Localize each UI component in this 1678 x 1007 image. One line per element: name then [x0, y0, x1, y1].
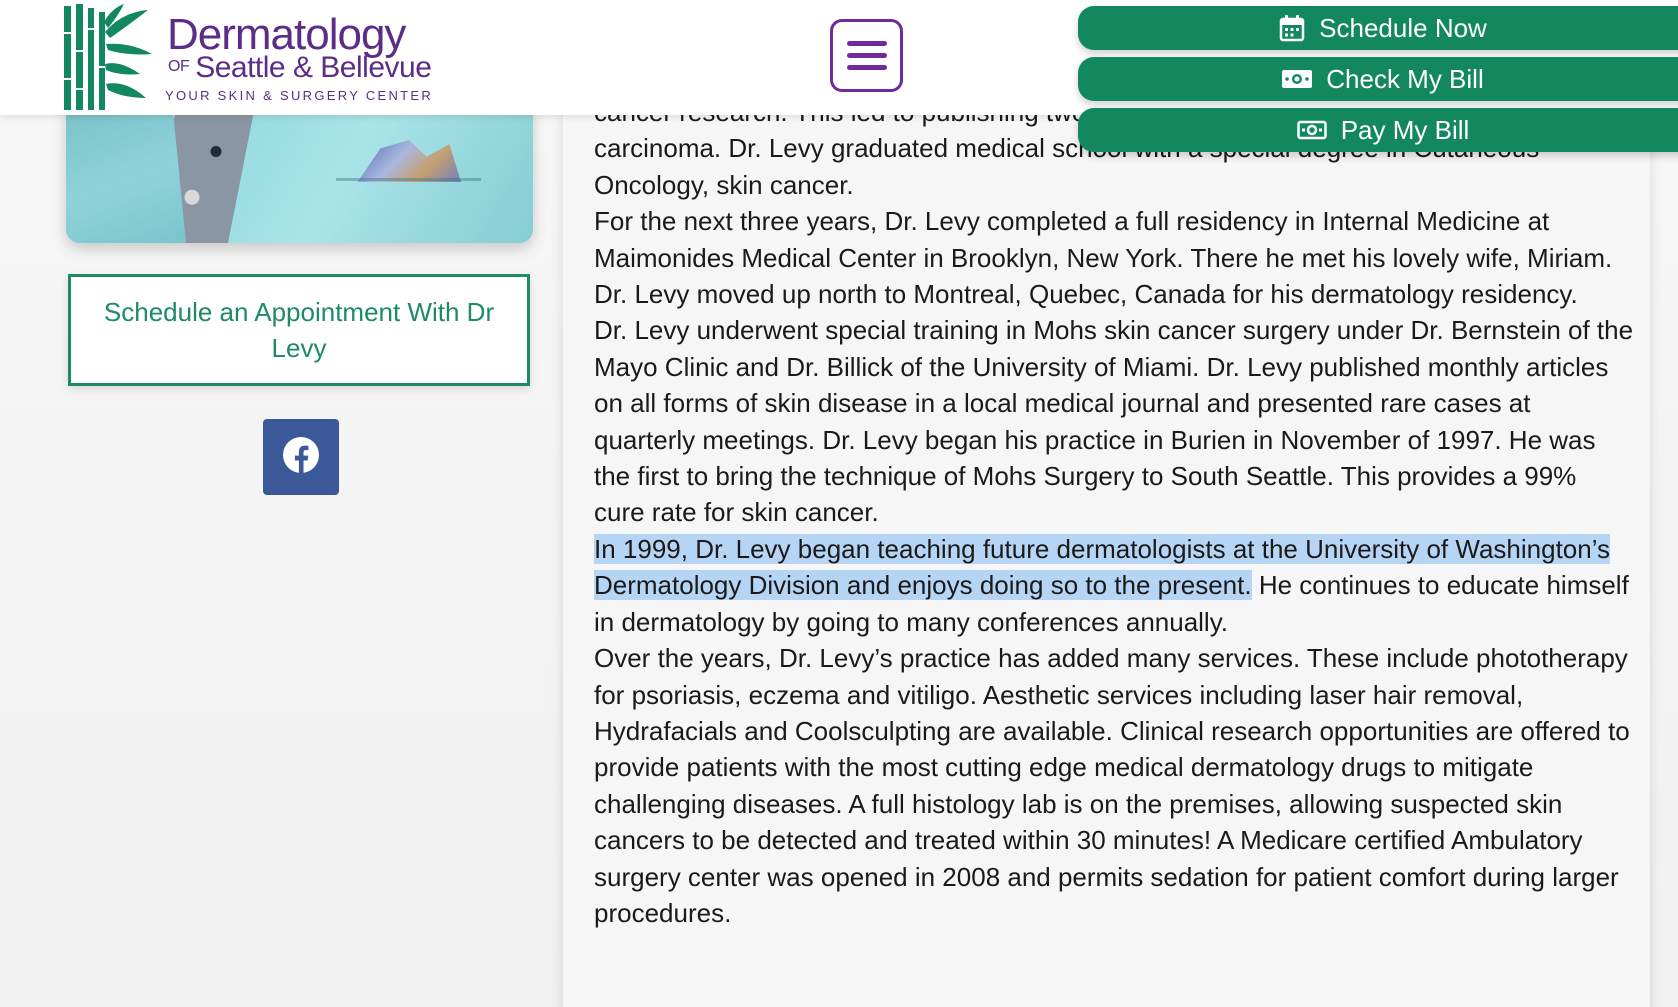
- schedule-appointment-label: Schedule an Appointment With Dr Levy: [103, 297, 495, 363]
- hamburger-icon-line: [846, 53, 887, 58]
- article-paragraph: For the next three years, Dr. Levy compl…: [594, 206, 1613, 273]
- schedule-now-button[interactable]: Schedule Now: [1078, 6, 1678, 50]
- calendar-icon: [1279, 15, 1305, 42]
- check-my-bill-label: Check My Bill: [1326, 63, 1484, 94]
- site-logo[interactable]: Dermatology OF Seattle & Bellevue YOUR SK…: [60, 2, 460, 112]
- schedule-now-label: Schedule Now: [1319, 12, 1487, 43]
- hamburger-icon-line: [846, 65, 887, 70]
- page: Schedule an Appointment With Dr Levy can…: [0, 0, 1678, 1007]
- check-my-bill-button[interactable]: Check My Bill: [1078, 57, 1678, 101]
- bamboo-logo-icon: [64, 4, 152, 110]
- menu-button[interactable]: [830, 19, 903, 92]
- logo-of: OF: [168, 58, 190, 75]
- logo-location: Seattle & Bellevue: [195, 51, 432, 84]
- money-bill-icon: [1282, 70, 1313, 88]
- schedule-appointment-button[interactable]: Schedule an Appointment With Dr Levy: [68, 274, 530, 386]
- article-paragraph: In 1999, Dr. Levy began teaching future …: [594, 531, 1634, 640]
- biography-article: cancer research. This led to publishing …: [563, 97, 1650, 1007]
- logo-tagline: YOUR SKIN & SURGERY CENTER: [165, 88, 434, 103]
- article-paragraph: Over the years, Dr. Levy’s practice has …: [594, 643, 1630, 928]
- article-paragraph: Dr. Levy moved up north to Montreal, Que…: [594, 279, 1578, 310]
- hamburger-icon-line: [846, 41, 887, 46]
- pay-my-bill-button[interactable]: Pay My Bill: [1078, 108, 1678, 152]
- facebook-button[interactable]: [263, 419, 339, 495]
- article-text: cancer research. This led to publishing …: [594, 94, 1634, 931]
- facebook-icon: [281, 435, 321, 480]
- logo-subtitle: OF Seattle & Bellevue: [168, 50, 432, 85]
- article-paragraph: Dr. Levy underwent special training in M…: [594, 315, 1634, 528]
- pay-my-bill-label: Pay My Bill: [1340, 114, 1470, 145]
- sidebar: Schedule an Appointment With Dr Levy: [0, 0, 560, 1007]
- money-bill-outline-icon: [1296, 120, 1327, 140]
